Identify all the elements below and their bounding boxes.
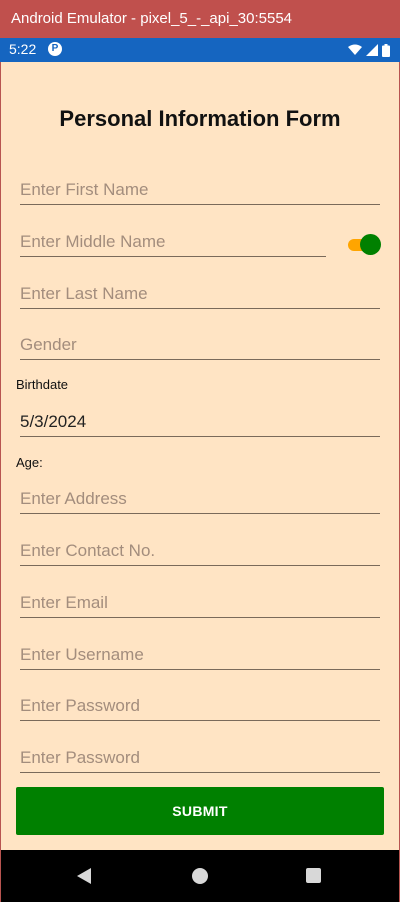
age-label: Age: — [16, 455, 43, 470]
wifi-icon — [348, 44, 362, 55]
page-title: Personal Information Form — [59, 106, 341, 131]
email-placeholder: Enter Email — [20, 593, 108, 612]
birthdate-label: Birthdate — [16, 377, 69, 392]
navigation-bar — [1, 850, 399, 902]
username-field[interactable]: Enter Username — [20, 639, 380, 670]
battery-icon — [382, 43, 390, 57]
form-screen: Personal Information Form Enter First Na… — [1, 62, 399, 850]
birthdate-picker[interactable]: 5/3/2024 — [20, 406, 380, 437]
window-title-bar: Android Emulator - pixel_5_-_api_30:5554 — [0, 0, 400, 38]
email-field[interactable]: Enter Email — [20, 587, 380, 618]
toggle-thumb — [360, 234, 381, 255]
password-field[interactable]: Enter Password — [20, 690, 380, 721]
app-notification-icon: P — [48, 42, 62, 56]
recent-apps-icon[interactable] — [306, 868, 321, 883]
signal-icon — [366, 44, 378, 56]
username-placeholder: Enter Username — [20, 645, 144, 664]
address-placeholder: Enter Address — [20, 489, 127, 508]
last-name-field[interactable]: Enter Last Name — [20, 278, 380, 309]
status-time: 5:22 — [9, 41, 37, 57]
gender-placeholder: Gender — [20, 335, 77, 354]
middle-name-toggle[interactable] — [348, 234, 382, 255]
first-name-field[interactable]: Enter First Name — [20, 174, 380, 205]
first-name-placeholder: Enter First Name — [20, 180, 149, 199]
contact-placeholder: Enter Contact No. — [20, 541, 156, 560]
status-bar: 5:22 P — [0, 38, 400, 62]
last-name-placeholder: Enter Last Name — [20, 284, 148, 303]
birthdate-value: 5/3/2024 — [20, 412, 87, 431]
middle-name-placeholder: Enter Middle Name — [20, 232, 166, 251]
submit-button[interactable]: SUBMIT — [16, 787, 384, 835]
confirm-password-placeholder: Enter Password — [20, 748, 140, 767]
system-icons — [348, 42, 390, 58]
window-title: Android Emulator - pixel_5_-_api_30:5554 — [11, 10, 293, 27]
contact-number-field[interactable]: Enter Contact No. — [20, 535, 380, 566]
password-placeholder: Enter Password — [20, 696, 140, 715]
confirm-password-field[interactable]: Enter Password — [20, 742, 380, 773]
home-icon[interactable] — [192, 868, 208, 884]
middle-name-field[interactable]: Enter Middle Name — [20, 226, 326, 257]
gender-picker[interactable]: Gender — [20, 329, 380, 360]
address-field[interactable]: Enter Address — [20, 483, 380, 514]
back-icon[interactable] — [77, 868, 91, 884]
